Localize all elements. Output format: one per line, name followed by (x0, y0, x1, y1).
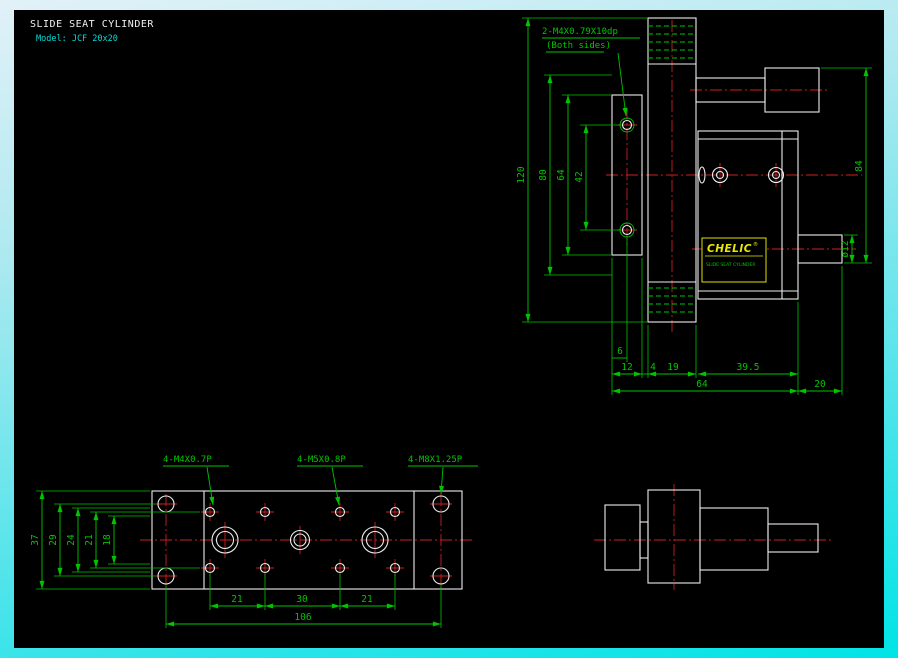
dim-19: 19 (667, 362, 679, 373)
piston-rod (768, 524, 818, 552)
plan-centerlines (140, 494, 474, 586)
dim-21b: 21 (361, 594, 373, 605)
leader-line (332, 467, 339, 505)
dim-12: 12 (621, 362, 632, 373)
plan-dimensions (36, 466, 478, 628)
end-view (594, 484, 832, 590)
dim-21a: 21 (231, 594, 243, 605)
title-block: SLIDE SEAT CYLINDER Model: JCF 20x20 (30, 19, 154, 44)
dim-29: 29 (48, 534, 59, 546)
model-label: Model: JCF 20x20 (36, 34, 118, 44)
cad-drawing: SLIDE SEAT CYLINDER Model: JCF 20x20 (14, 10, 884, 648)
dim-37: 37 (30, 534, 41, 545)
plan-view: 37 29 24 21 18 21 30 21 106 4-M4X0.7P 4-… (30, 455, 478, 628)
leader-line (207, 467, 213, 505)
thread-callout-line1: 2-M4X0.79X10dp (542, 27, 618, 37)
dim-30: 30 (296, 594, 308, 605)
brand-logo: CHELIC (707, 243, 752, 255)
dim-80: 80 (538, 169, 549, 181)
end-centerlines (594, 484, 832, 590)
dim-6: 6 (617, 346, 623, 357)
m8-callout: 4-M8X1.25P (408, 455, 463, 465)
leader-line (441, 467, 443, 494)
cylinder-body (700, 508, 768, 570)
dim-120: 120 (516, 166, 527, 183)
end-geometry (605, 490, 818, 583)
chelic-label: CHELIC ® SLIDE SEAT CYLINDER (702, 238, 766, 282)
dim-dia12: ø12 (840, 240, 851, 257)
dim-20: 20 (814, 379, 826, 390)
registered-mark: ® (753, 241, 758, 248)
dim-42: 42 (574, 171, 585, 182)
side-view: 120 80 64 42 84 ø12 6 12 4 19 39.5 64 20… (516, 18, 872, 395)
m5-callout: 4-M5X0.8P (297, 455, 346, 465)
thread-callout-line2: (Both sides) (546, 41, 611, 51)
dim-64-horizontal: 64 (696, 379, 708, 390)
drawing-title: SLIDE SEAT CYLINDER (30, 19, 154, 30)
dim-4: 4 (650, 362, 656, 373)
dim-24: 24 (66, 534, 77, 546)
m4-callout: 4-M4X0.7P (163, 455, 212, 465)
mount-plate-outline (605, 505, 640, 570)
dim-84: 84 (854, 160, 865, 172)
side-centerlines (606, 20, 862, 334)
dim-106: 106 (294, 612, 311, 623)
leader-line (618, 53, 626, 116)
label-subtext: SLIDE SEAT CYLINDER (706, 262, 756, 268)
dim-21-left: 21 (84, 534, 95, 546)
dim-39-5: 39.5 (737, 362, 760, 373)
drawing-canvas: SLIDE SEAT CYLINDER Model: JCF 20x20 (14, 10, 884, 648)
window-frame: SLIDE SEAT CYLINDER Model: JCF 20x20 (0, 0, 898, 658)
dim-18: 18 (102, 534, 113, 546)
dim-64-vertical: 64 (556, 169, 567, 181)
